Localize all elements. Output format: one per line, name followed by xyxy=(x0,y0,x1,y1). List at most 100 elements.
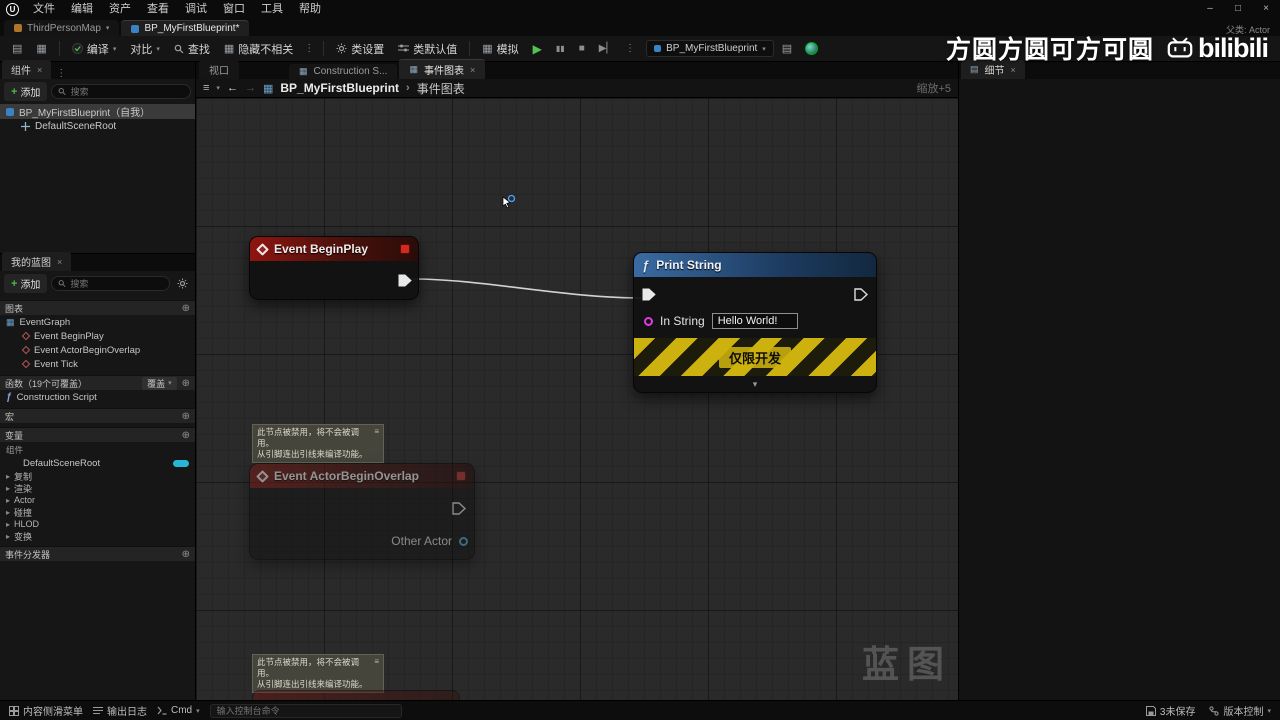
panel-options-icon[interactable]: ⋮ xyxy=(53,68,69,79)
unsaved-button[interactable]: 3未保存 xyxy=(1145,703,1195,718)
close-icon[interactable]: × xyxy=(37,65,42,75)
category-row-replication[interactable]: ▸ 复制 xyxy=(0,470,195,482)
source-control-button[interactable]: 版本控制 ▾ xyxy=(1209,703,1271,718)
exec-out-pin[interactable] xyxy=(854,288,868,301)
breadcrumb-root[interactable]: BP_MyFirstBlueprint xyxy=(280,81,399,95)
menu-tools[interactable]: 工具 xyxy=(253,0,291,18)
my-blueprint-search[interactable] xyxy=(51,276,170,291)
section-variables[interactable]: 变量 ⊕ xyxy=(0,427,195,442)
browse-debug-object-button[interactable]: ▤ xyxy=(776,39,798,58)
section-graphs[interactable]: 图表 ⊕ xyxy=(0,300,195,315)
debug-object-dropdown[interactable]: BP_MyFirstBlueprint ▾ xyxy=(646,40,774,57)
output-log-button[interactable]: 输出日志 xyxy=(93,703,147,718)
close-button[interactable]: × xyxy=(1252,0,1280,18)
class-settings-button[interactable]: 类设置 xyxy=(330,38,390,60)
diff-button[interactable]: 对比 ▾ xyxy=(124,38,166,60)
frame-skip-button[interactable]: ▶▏ xyxy=(593,40,620,57)
event-row-actorbeginoverlap[interactable]: Event ActorBeginOverlap xyxy=(0,343,195,357)
menu-asset[interactable]: 资产 xyxy=(101,0,139,18)
components-search-input[interactable] xyxy=(70,86,184,97)
category-row-actor[interactable]: ▸ Actor xyxy=(0,494,195,506)
section-macros[interactable]: 宏 ⊕ xyxy=(0,408,195,423)
find-button[interactable]: 查找 xyxy=(168,38,216,60)
add-dispatcher-icon[interactable]: ⊕ xyxy=(182,549,190,560)
console-command-input[interactable] xyxy=(216,705,395,716)
components-search[interactable] xyxy=(51,84,191,99)
menu-edit[interactable]: 编辑 xyxy=(63,0,101,18)
tab-event-graph[interactable]: ▦ 事件图表 × xyxy=(399,59,486,79)
add-component-button[interactable]: + 添加 xyxy=(4,82,48,101)
graph-canvas[interactable]: Event BeginPlay ƒ Print String In String… xyxy=(196,98,958,700)
actor-object-pin[interactable] xyxy=(459,536,468,546)
exec-out-pin[interactable] xyxy=(452,502,466,515)
close-icon[interactable]: × xyxy=(57,257,62,267)
node-collapse-footer[interactable]: ▾ xyxy=(634,376,876,392)
hamburger-menu-icon[interactable]: ≡ xyxy=(203,82,209,94)
my-blueprint-search-input[interactable] xyxy=(70,278,163,289)
simulate-button[interactable]: ▦ 模拟 xyxy=(476,38,524,60)
forward-icon[interactable]: → xyxy=(245,82,256,94)
world-globe-icon[interactable] xyxy=(805,42,819,55)
component-row-root[interactable]: BP_MyFirstBlueprint（自我） xyxy=(0,104,195,119)
tab-components[interactable]: 组件 × xyxy=(2,60,52,79)
add-macro-icon[interactable]: ⊕ xyxy=(182,411,190,422)
browse-asset-button[interactable]: ▦ xyxy=(30,39,52,58)
node-event-beginplay[interactable]: Event BeginPlay xyxy=(249,236,419,300)
play-button[interactable]: ▶ xyxy=(527,39,548,59)
function-row-construction-script[interactable]: ƒ Construction Script xyxy=(0,390,195,404)
maximize-button[interactable]: □ xyxy=(1224,0,1252,18)
close-icon[interactable]: × xyxy=(470,65,475,75)
tab-my-blueprint[interactable]: 我的蓝图 × xyxy=(2,252,72,271)
variable-row-defaultsceneroot[interactable]: DefaultSceneRoot xyxy=(0,456,195,470)
category-row-hlod[interactable]: ▸ HLOD xyxy=(0,518,195,530)
category-row-collision[interactable]: ▸ 碰撞 xyxy=(0,506,195,518)
event-row-beginplay[interactable]: Event BeginPlay xyxy=(0,329,195,343)
string-pin[interactable] xyxy=(644,316,653,326)
menu-debug[interactable]: 调试 xyxy=(177,0,215,18)
add-variable-icon[interactable]: ⊕ xyxy=(182,430,190,441)
compile-button[interactable]: 编译 ▾ xyxy=(66,38,123,60)
category-row-rendering[interactable]: ▸ 渲染 xyxy=(0,482,195,494)
unreal-logo-icon[interactable]: U xyxy=(6,2,19,16)
menu-view[interactable]: 查看 xyxy=(139,0,177,18)
clipped-node-header[interactable] xyxy=(252,690,460,700)
exec-in-pin[interactable] xyxy=(642,288,656,301)
close-icon[interactable]: × xyxy=(1011,65,1016,75)
hide-unrelated-button[interactable]: ▦ 隐藏不相关 xyxy=(218,38,299,60)
console-input-box[interactable] xyxy=(209,703,402,718)
tab-bp-myfirstblueprint[interactable]: BP_MyFirstBlueprint* xyxy=(121,20,250,36)
stop-button[interactable]: ■ xyxy=(573,40,591,57)
override-dropdown[interactable]: 覆盖 ▾ xyxy=(142,376,177,390)
tab-construction-script[interactable]: ▦ Construction S... xyxy=(289,64,398,79)
tab-thirdpersonmap[interactable]: ThirdPersonMap ▾ xyxy=(4,20,120,36)
exec-out-pin[interactable] xyxy=(398,274,412,287)
section-event-dispatchers[interactable]: 事件分发器 ⊕ xyxy=(0,546,195,561)
add-graph-icon[interactable]: ⊕ xyxy=(182,303,190,314)
back-icon[interactable]: ← xyxy=(227,82,238,94)
hide-unrelated-options-icon[interactable]: ⋮ xyxy=(301,43,317,54)
add-new-button[interactable]: + 添加 xyxy=(4,274,48,293)
tab-viewport[interactable]: 视口 xyxy=(199,60,239,79)
breadcrumb-leaf[interactable]: 事件图表 xyxy=(417,80,465,97)
category-row-transform[interactable]: ▸ 变换 xyxy=(0,530,195,542)
minimize-button[interactable]: – xyxy=(1196,0,1224,18)
component-row-scene-root[interactable]: DefaultSceneRoot xyxy=(0,119,195,134)
section-functions[interactable]: 函数（19个可覆盖） 覆盖 ▾ ⊕ xyxy=(0,375,195,390)
menu-window[interactable]: 窗口 xyxy=(215,0,253,18)
class-defaults-button[interactable]: 类默认值 xyxy=(392,38,463,60)
menu-help[interactable]: 帮助 xyxy=(291,0,329,18)
gear-icon[interactable] xyxy=(174,278,191,289)
node-event-actorbeginoverlap[interactable]: Event ActorBeginOverlap Other Actor xyxy=(249,463,475,560)
event-row-tick[interactable]: Event Tick xyxy=(0,357,195,371)
graph-row-eventgraph[interactable]: ▦ EventGraph xyxy=(0,315,195,329)
cmd-dropdown[interactable]: Cmd ▾ xyxy=(157,705,200,716)
save-asset-button[interactable]: ▤ xyxy=(6,39,28,58)
in-string-input[interactable] xyxy=(711,313,798,329)
node-print-string[interactable]: ƒ Print String In String Hello World! 仅限… xyxy=(633,252,877,393)
add-function-icon[interactable]: ⊕ xyxy=(182,378,190,389)
tab-details[interactable]: ▤ 细节 × xyxy=(961,60,1025,79)
pause-button[interactable]: ▮▮ xyxy=(550,41,571,56)
play-options-icon[interactable]: ⋮ xyxy=(622,43,638,54)
menu-file[interactable]: 文件 xyxy=(25,0,63,18)
content-drawer-button[interactable]: 内容侧滑菜单 xyxy=(9,703,83,718)
